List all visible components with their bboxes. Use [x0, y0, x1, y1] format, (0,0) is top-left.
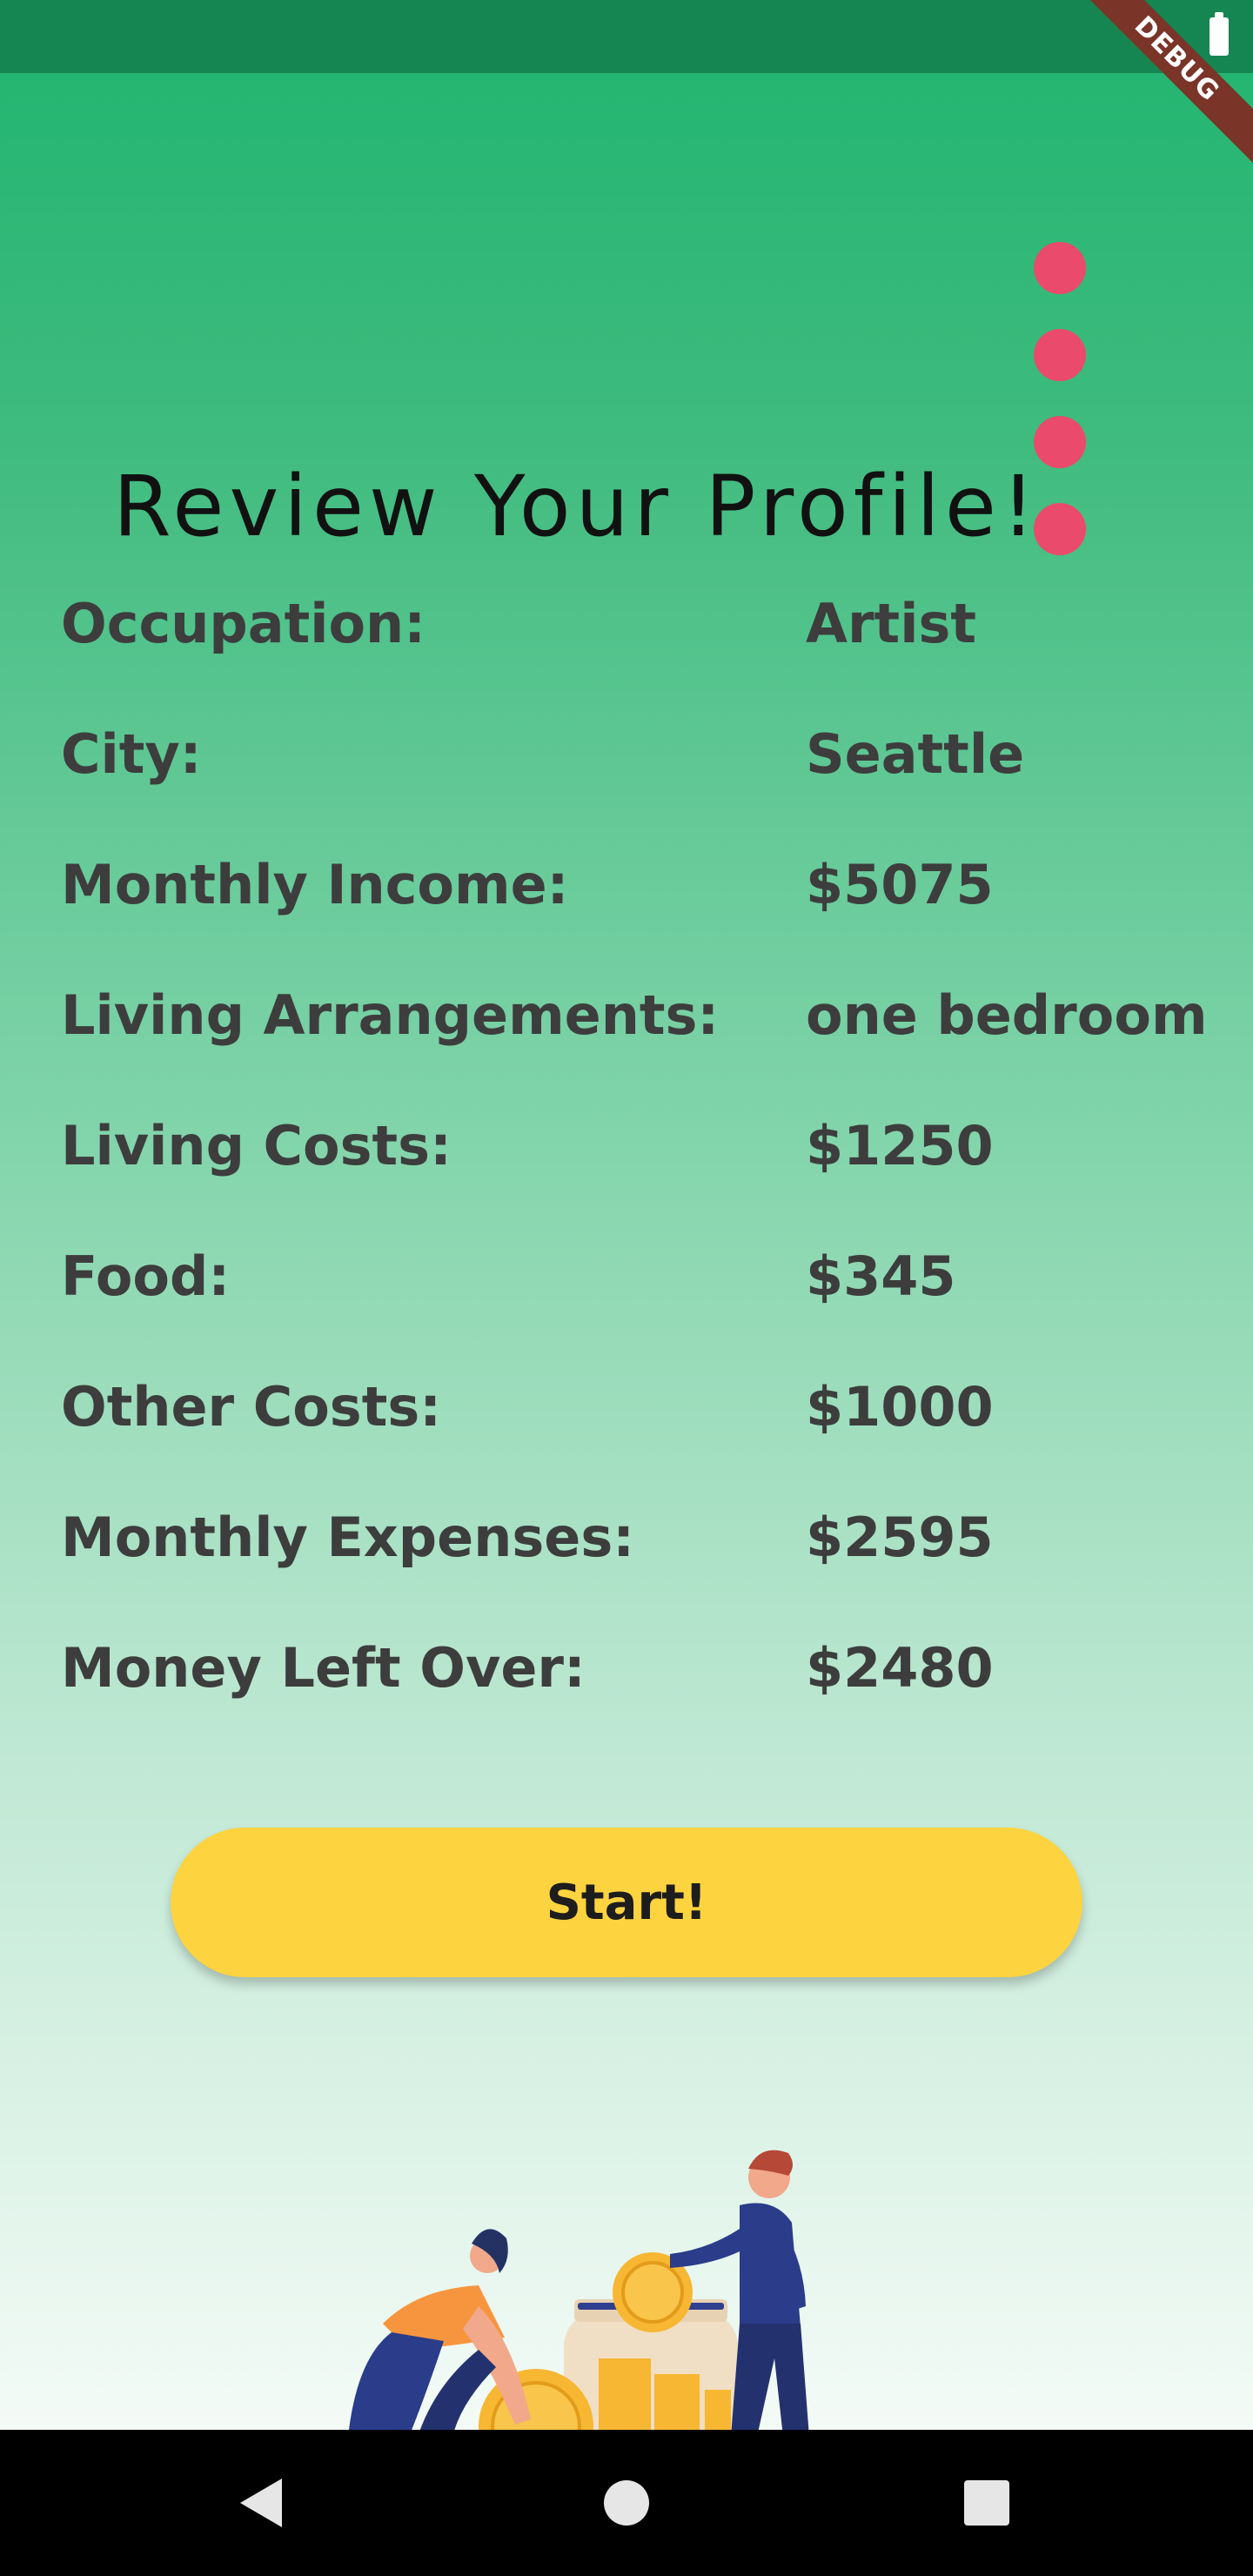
row-value: Seattle	[806, 722, 1025, 786]
row-label: City:	[61, 722, 202, 786]
row-value: $345	[806, 1244, 956, 1308]
start-button[interactable]: Start!	[171, 1828, 1082, 1977]
profile-row-occupation: Occupation: Artist	[61, 592, 1227, 722]
recents-icon[interactable]	[964, 2480, 1009, 2526]
back-icon[interactable]	[240, 2479, 282, 2527]
home-icon[interactable]	[604, 2480, 649, 2526]
profile-row-living-costs: Living Costs: $1250	[61, 1114, 1227, 1244]
profile-row-other-costs: Other Costs: $1000	[61, 1375, 1227, 1506]
debug-banner: DEBUG	[1062, 0, 1253, 184]
profile-row-monthly-expenses: Monthly Expenses: $2595	[61, 1506, 1227, 1636]
row-value: $1000	[806, 1375, 994, 1439]
menu-dot-icon	[1034, 242, 1086, 294]
row-value: one bedroom	[806, 983, 1208, 1047]
row-value: $5075	[806, 853, 994, 916]
profile-row-living-arrangements: Living Arrangements: one bedroom	[61, 983, 1227, 1114]
row-label: Monthly Income:	[61, 853, 569, 916]
profile-summary: Occupation: Artist City: Seattle Monthly…	[61, 592, 1227, 1767]
menu-dot-icon	[1034, 416, 1086, 468]
row-label: Living Arrangements:	[61, 983, 720, 1047]
row-label: Money Left Over:	[61, 1636, 586, 1700]
row-label: Living Costs:	[61, 1114, 452, 1177]
row-label: Monthly Expenses:	[61, 1506, 635, 1569]
profile-row-monthly-income: Monthly Income: $5075	[61, 853, 1227, 983]
profile-row-money-left-over: Money Left Over: $2480	[61, 1636, 1227, 1767]
row-value: $1250	[806, 1114, 994, 1177]
profile-row-city: City: Seattle	[61, 722, 1227, 853]
row-label: Occupation:	[61, 592, 425, 655]
profile-row-food: Food: $345	[61, 1244, 1227, 1375]
row-value: $2480	[806, 1636, 994, 1700]
row-label: Other Costs:	[61, 1375, 442, 1439]
row-value: Artist	[806, 592, 976, 655]
debug-banner-container: DEBUG	[1062, 0, 1253, 191]
people-saving-coins-illustration	[349, 2150, 809, 2430]
row-label: Food:	[61, 1244, 231, 1308]
page-title: Review Your Profile!	[113, 458, 1041, 555]
menu-dot-icon	[1034, 503, 1086, 555]
more-options-button[interactable]	[1034, 242, 1086, 590]
app-screen: DEBUG Review Your Profile! Occupation: A…	[0, 0, 1253, 2430]
row-value: $2595	[806, 1506, 994, 1569]
menu-dot-icon	[1034, 329, 1086, 381]
